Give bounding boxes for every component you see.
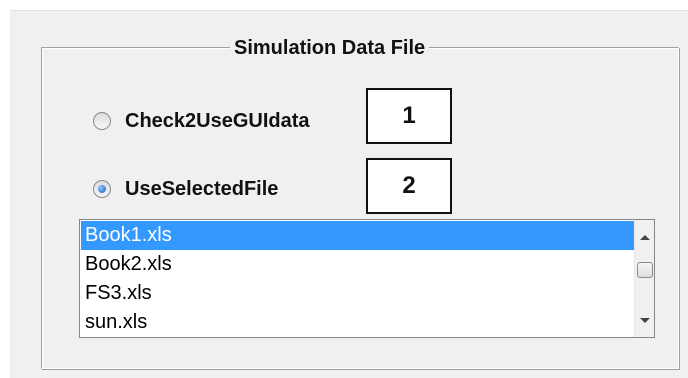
radio-button-unchecked[interactable] — [93, 112, 111, 130]
radio-button-checked[interactable] — [93, 180, 111, 198]
file-list: Book1.xls Book2.xls FS3.xls sun.xls — [81, 221, 634, 337]
radio-check2useguidata[interactable]: Check2UseGUIdata — [93, 106, 310, 136]
radio-label: Check2UseGUIdata — [125, 109, 310, 132]
list-item[interactable]: FS3.xls — [81, 279, 634, 308]
scrollbar-thumb[interactable] — [637, 262, 653, 278]
callout-box-1: 1 — [366, 88, 452, 144]
radio-useselectedfile[interactable]: UseSelectedFile — [93, 174, 278, 204]
vertical-scrollbar[interactable] — [634, 220, 654, 337]
group-title: Simulation Data File — [230, 36, 430, 60]
file-listbox[interactable]: Book1.xls Book2.xls FS3.xls sun.xls — [79, 219, 655, 338]
scroll-down-arrow-icon[interactable] — [635, 311, 654, 329]
list-item[interactable]: sun.xls — [81, 308, 634, 337]
list-item[interactable]: Book1.xls — [81, 221, 634, 250]
list-item[interactable]: Book2.xls — [81, 250, 634, 279]
radio-label: UseSelectedFile — [125, 177, 279, 200]
scroll-up-arrow-icon[interactable] — [635, 228, 654, 246]
callout-box-2: 2 — [366, 158, 452, 214]
